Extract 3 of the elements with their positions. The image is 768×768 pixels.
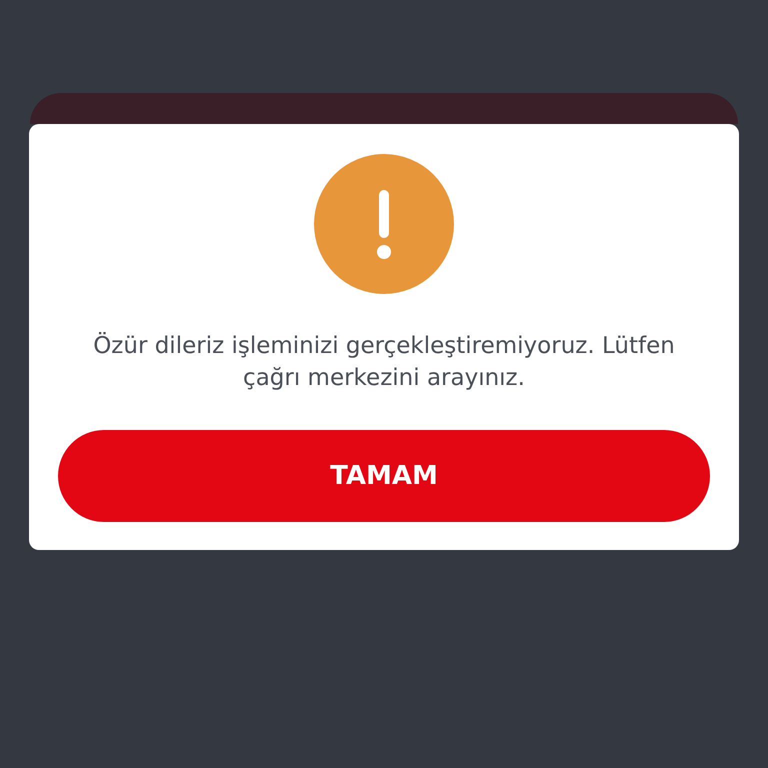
ok-button[interactable]: TAMAM [58,430,710,522]
warning-icon [314,154,454,294]
error-message: Özür dileriz işleminizi gerçekleştiremiyoruz. Lütfen çağrı merkezini arayınız. [92,331,676,393]
